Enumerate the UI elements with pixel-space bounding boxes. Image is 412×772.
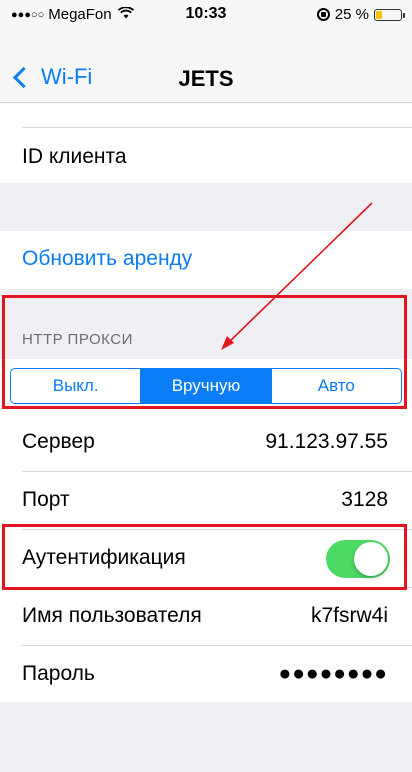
annotation-arrow-icon [221, 202, 373, 350]
